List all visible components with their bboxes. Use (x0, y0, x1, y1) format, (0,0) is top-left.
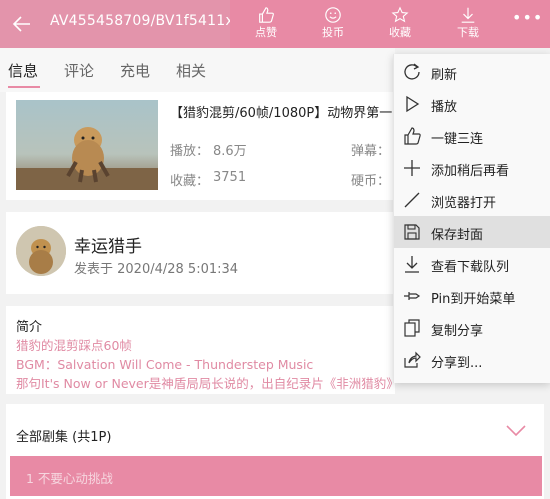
tab-info[interactable]: 信息 (8, 60, 38, 81)
menu-item-save-cover[interactable]: 保存封面 (394, 216, 550, 248)
more-button[interactable]: ••• (512, 8, 543, 27)
uploader-card[interactable]: 幸运猎手 发表于 2020/4/28 5:01:34 (6, 212, 395, 294)
back-arrow-icon (12, 16, 30, 32)
like-button[interactable]: 点赞 (238, 0, 294, 48)
refresh-icon (402, 62, 422, 82)
tab-comments[interactable]: 评论 (64, 60, 94, 81)
description-line: 那句It's Now or Never是神盾局局长说的，出自纪录片《非洲猎豹》 (16, 376, 399, 391)
thumbs-up-icon (402, 126, 422, 146)
menu-item-copy-share[interactable]: 复制分享 (394, 312, 550, 344)
publish-date: 发表于 2020/4/28 5:01:34 (74, 262, 239, 277)
thumbs-up-icon (238, 0, 294, 26)
back-button[interactable] (8, 10, 36, 38)
description-line: BGM：Salvation Will Come - Thunderstep Mu… (16, 357, 314, 372)
menu-item-label: Pin到开始菜单 (431, 292, 516, 307)
title-bar: AV455458709/BV1f5411x7BY 点赞 投币 收藏 下载 ••• (0, 0, 550, 48)
plus-icon (402, 158, 422, 178)
video-title: 【猎豹混剪/60帧/1080P】动物界第一 (170, 106, 393, 121)
play-icon (402, 94, 422, 114)
coins-label: 硬币： (351, 174, 391, 189)
video-info-card: 【猎豹混剪/60帧/1080P】动物界第一 播放： 8.6万 弹幕： 收藏： 3… (6, 92, 395, 200)
menu-item-download-queue[interactable]: 查看下载队列 (394, 248, 550, 280)
share-icon (402, 350, 422, 370)
download-icon (402, 254, 422, 274)
download-icon (440, 0, 496, 26)
coin-icon (305, 0, 361, 26)
chevron-down-icon[interactable] (504, 420, 528, 440)
star-icon (372, 0, 428, 26)
action-bar: 点赞 投币 收藏 下载 ••• (230, 0, 550, 48)
description-card: 简介 猎豹的混剪踩点60帧 BGM：Salvation Will Come - … (6, 306, 399, 394)
like-label: 点赞 (255, 26, 277, 39)
uploader-name: 幸运猎手 (74, 237, 142, 257)
copy-icon (402, 318, 422, 338)
play-count: 8.6万 (213, 144, 247, 159)
favorites-label: 收藏： (170, 174, 210, 189)
menu-item-label: 分享到... (431, 356, 483, 371)
menu-item-label: 刷新 (431, 68, 458, 83)
description-line: 猎豹的混剪踩点60帧 (16, 338, 132, 353)
menu-item-label: 播放 (431, 100, 458, 115)
download-label: 下载 (457, 26, 479, 39)
menu-item-play[interactable]: 播放 (394, 88, 550, 120)
active-tab-indicator (8, 86, 40, 88)
menu-item-label: 查看下载队列 (431, 260, 510, 275)
open-external-icon (402, 190, 422, 210)
episode-item-label: 1 不要心动挑战 (26, 471, 113, 486)
menu-item-share-to[interactable]: 分享到... (394, 344, 550, 376)
favorite-button[interactable]: 收藏 (372, 0, 428, 48)
menu-item-watch-later[interactable]: 添加稍后再看 (394, 152, 550, 184)
menu-item-refresh[interactable]: 刷新 (394, 56, 550, 88)
title-area: AV455458709/BV1f5411x7BY (0, 0, 261, 48)
video-cover-thumbnail[interactable] (16, 100, 158, 190)
menu-item-label: 一键三连 (431, 132, 484, 147)
menu-item-label: 浏览器打开 (431, 196, 497, 211)
description-title: 简介 (16, 320, 43, 335)
menu-item-label: 添加稍后再看 (431, 164, 510, 179)
avatar[interactable] (16, 226, 66, 276)
menu-item-label: 复制分享 (431, 324, 484, 339)
episode-item[interactable]: 1 不要心动挑战 (10, 456, 542, 496)
pin-icon (402, 286, 422, 306)
download-button[interactable]: 下载 (440, 0, 496, 48)
coin-label: 投币 (322, 26, 344, 39)
menu-item-triple[interactable]: 一键三连 (394, 120, 550, 152)
coin-button[interactable]: 投币 (305, 0, 361, 48)
tab-bar: 信息 评论 充电 相关 (0, 48, 395, 92)
play-count-label: 播放： (170, 144, 210, 159)
more-options-menu: 刷新 播放 一键三连 添加稍后再看 浏览器打开 保存封面 查看下载队列 Pin到… (393, 54, 550, 383)
menu-item-pin-start[interactable]: Pin到开始菜单 (394, 280, 550, 312)
danmaku-label: 弹幕： (351, 144, 391, 159)
episodes-title: 全部剧集 (共1P) (16, 430, 112, 445)
episodes-card: 全部剧集 (共1P) 1 不要心动挑战 (6, 404, 544, 499)
menu-item-open-browser[interactable]: 浏览器打开 (394, 184, 550, 216)
tab-related[interactable]: 相关 (176, 60, 206, 81)
favorite-label: 收藏 (389, 26, 411, 39)
tab-charge[interactable]: 充电 (120, 60, 150, 81)
menu-item-label: 保存封面 (431, 228, 484, 243)
favorites-count: 3751 (213, 170, 247, 185)
save-icon (402, 222, 422, 242)
